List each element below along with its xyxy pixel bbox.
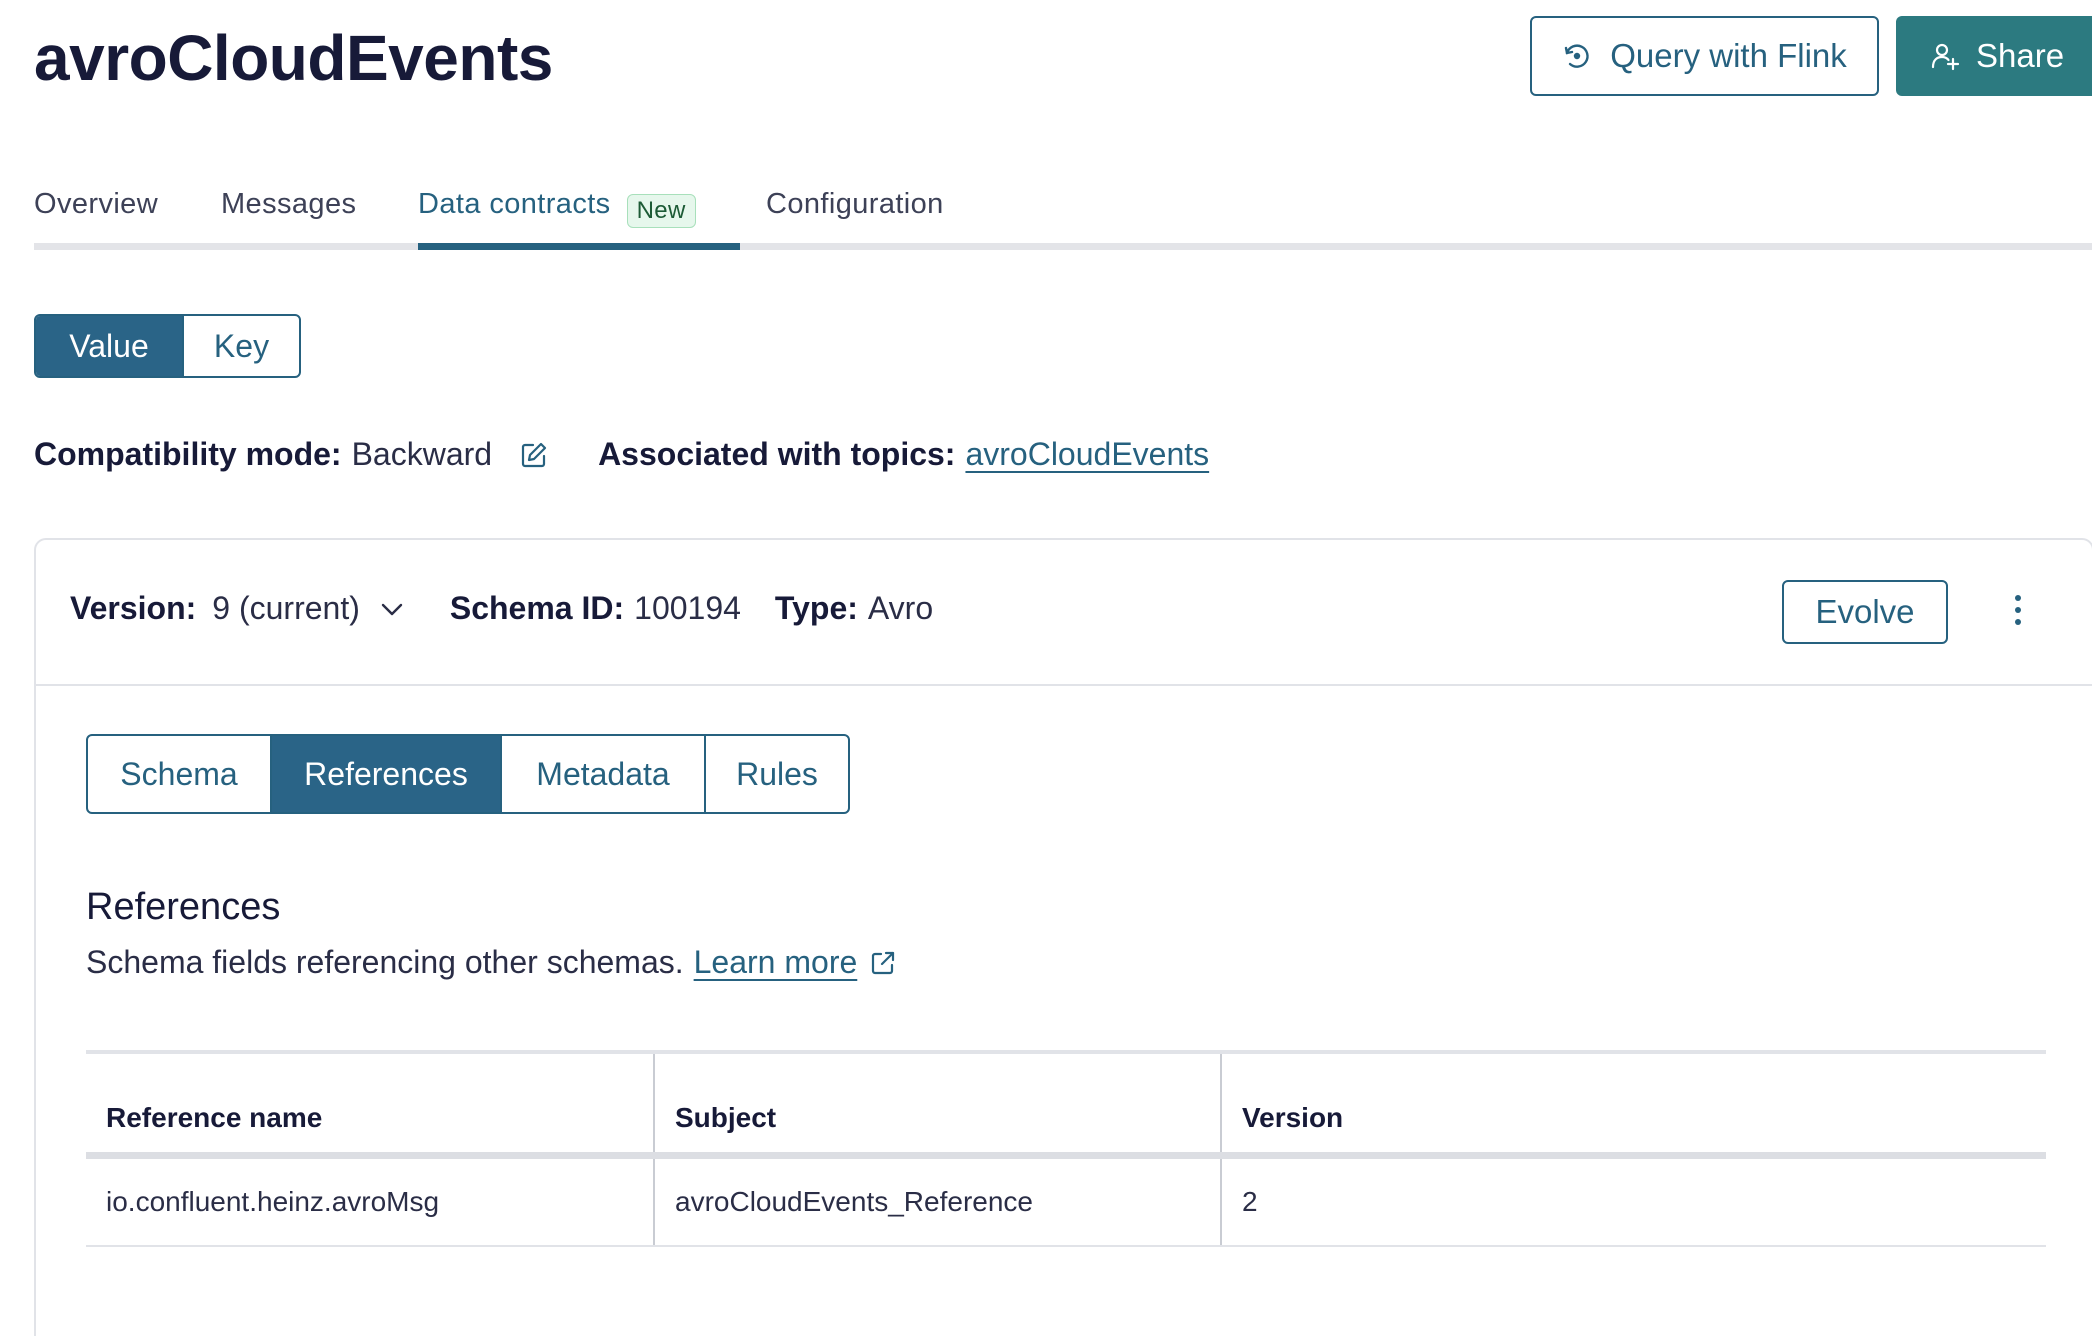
- tab-overview[interactable]: Overview: [34, 188, 158, 250]
- share-button[interactable]: Share: [1896, 16, 2092, 96]
- learn-more-link[interactable]: Learn more: [694, 944, 858, 981]
- chevron-down-icon: [380, 601, 404, 617]
- tab-configuration[interactable]: Configuration: [766, 188, 944, 250]
- schema-meta: Version: 9 (current) Schema ID: 100194 T…: [70, 590, 933, 627]
- references-description-text: Schema fields referencing other schemas.: [86, 944, 684, 980]
- compatibility-line: Compatibility mode: Backward Associated …: [34, 436, 1209, 473]
- column-header-subject[interactable]: Subject: [653, 1054, 1220, 1152]
- compatibility-mode-label: Compatibility mode:: [34, 436, 342, 472]
- version-select[interactable]: 9 (current): [212, 590, 404, 627]
- value-key-toggle: Value Key: [34, 314, 301, 378]
- subtab-rules[interactable]: Rules: [704, 736, 848, 812]
- topic-link[interactable]: avroCloudEvents: [965, 436, 1209, 473]
- tabs-rail: [34, 243, 2092, 250]
- more-options-icon[interactable]: [2014, 594, 2022, 631]
- references-heading: References: [86, 886, 281, 928]
- key-option[interactable]: Key: [182, 316, 299, 376]
- column-header-version[interactable]: Version: [1220, 1054, 2046, 1152]
- add-user-icon: [1930, 41, 1960, 71]
- page: avroCloudEvents Query with Flink Share O…: [0, 0, 2092, 1336]
- references-table: Reference name Subject Version io.conflu…: [86, 1050, 2046, 1247]
- external-link-icon[interactable]: [869, 949, 897, 977]
- table-row: io.confluent.heinz.avroMsg avroCloudEven…: [86, 1159, 2046, 1247]
- flink-icon: [1562, 41, 1592, 71]
- table-header-rule: [86, 1152, 2046, 1159]
- cell-subject: avroCloudEvents_Reference: [653, 1159, 1220, 1245]
- subtab-schema[interactable]: Schema: [88, 736, 270, 812]
- evolve-button[interactable]: Evolve: [1782, 580, 1948, 644]
- type-value: Avro: [867, 590, 934, 626]
- query-with-flink-label: Query with Flink: [1610, 37, 1847, 74]
- schema-subtabs: Schema References Metadata Rules: [86, 734, 850, 814]
- value-option[interactable]: Value: [36, 316, 182, 376]
- tab-overview-label: Overview: [34, 188, 159, 220]
- schema-id-label: Schema ID:: [449, 590, 625, 626]
- query-with-flink-button[interactable]: Query with Flink: [1530, 16, 1879, 96]
- cell-reference-name: io.confluent.heinz.avroMsg: [106, 1186, 440, 1217]
- schema-card: Version: 9 (current) Schema ID: 100194 T…: [34, 538, 2092, 1336]
- share-label: Share: [1976, 37, 2065, 74]
- page-title: avroCloudEvents: [34, 22, 553, 94]
- tab-configuration-label: Configuration: [766, 188, 944, 220]
- tab-messages[interactable]: Messages: [221, 188, 356, 250]
- subtab-metadata[interactable]: Metadata: [500, 736, 704, 812]
- new-badge: New: [626, 194, 696, 228]
- references-description: Schema fields referencing other schemas.…: [86, 944, 897, 981]
- associated-topics-label: Associated with topics:: [598, 436, 956, 472]
- cell-version: 2: [1220, 1159, 2046, 1245]
- tab-messages-label: Messages: [221, 188, 357, 220]
- version-label: Version:: [70, 590, 197, 626]
- active-tab-indicator: [418, 243, 740, 250]
- subtab-references[interactable]: References: [270, 736, 500, 812]
- topic-tabs: Overview Messages Data contracts New Con…: [34, 180, 2092, 250]
- edit-icon[interactable]: [520, 441, 548, 469]
- compatibility-mode-value: Backward: [351, 436, 493, 472]
- column-header-reference-name[interactable]: Reference name: [86, 1054, 653, 1152]
- version-value: 9 (current): [212, 590, 360, 626]
- schema-id-value: 100194: [634, 590, 741, 626]
- table-header-row: Reference name Subject Version: [86, 1054, 2046, 1152]
- tab-data-contracts[interactable]: Data contracts New: [418, 188, 696, 250]
- type-label: Type:: [774, 590, 858, 626]
- tab-data-contracts-label: Data contracts: [418, 188, 611, 220]
- schema-card-header: Version: 9 (current) Schema ID: 100194 T…: [36, 540, 2092, 686]
